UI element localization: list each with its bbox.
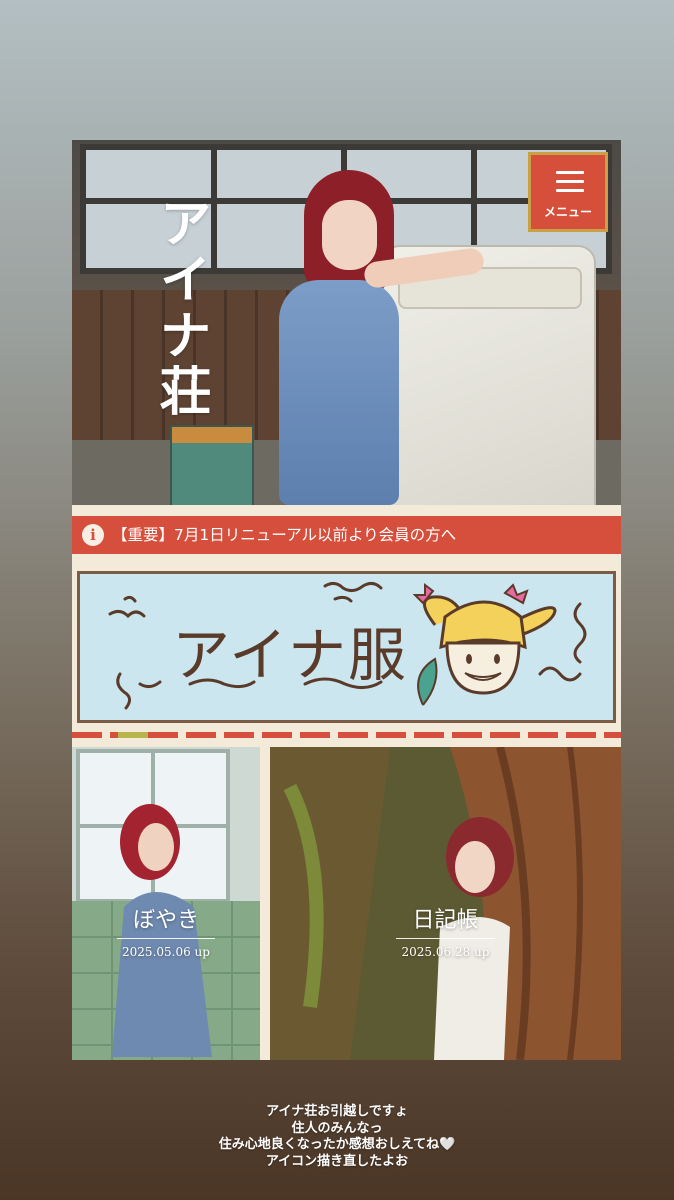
decorative-stripe-accent [118,732,148,738]
tin-box [170,425,254,505]
caption-line: 住み心地良くなったか感想おしえてね🤍 [218,1137,456,1152]
decorative-stripe [72,732,621,738]
caption-line: アイナ荘お引越しですょ [266,1104,408,1119]
caption-line: 住人のみんなっ [291,1120,383,1136]
mascot-icon [412,583,557,706]
important-notice-bar[interactable]: i 【重要】7月1日リニューアル以前より会員の方へ [72,516,621,554]
model-figure [244,170,486,505]
card-boyaki[interactable]: ぼやき 2025.05.06 up [72,747,260,1060]
website-screenshot: アイナ荘 メニュー i 【重要】7月1日リニューアル以前より会員の方へ アイナ服… [72,140,621,1060]
story-caption: アイナ荘お引越しですょ 住人のみんなっ 住み心地良くなったか感想おしえてね🤍 ア… [0,1104,674,1170]
card-date: 2025.06.28 up [401,945,490,959]
menu-label: メニュー [543,205,592,219]
card-title: ぼやき [116,902,215,939]
card-nikkicho[interactable]: 日記帳 2025.06.28 up [270,747,621,1060]
banner-logo-text: アイナ服 [172,621,408,689]
caption-line: アイコン描き直したよお [265,1153,409,1169]
site-title: アイナ荘 [150,196,210,420]
notice-text: 【重要】7月1日リニューアル以前より会員の方へ [112,526,457,544]
hamburger-icon [556,171,584,198]
card-date: 2025.05.06 up [122,945,210,959]
aina-fuku-banner[interactable]: アイナ服 [77,571,616,723]
menu-button[interactable]: メニュー [528,152,608,232]
story-frame: アイナ荘 メニュー i 【重要】7月1日リニューアル以前より会員の方へ アイナ服… [0,0,674,1200]
hero-photo: アイナ荘 メニュー [72,140,621,505]
info-icon: i [82,524,104,546]
card-title: 日記帳 [396,902,495,939]
